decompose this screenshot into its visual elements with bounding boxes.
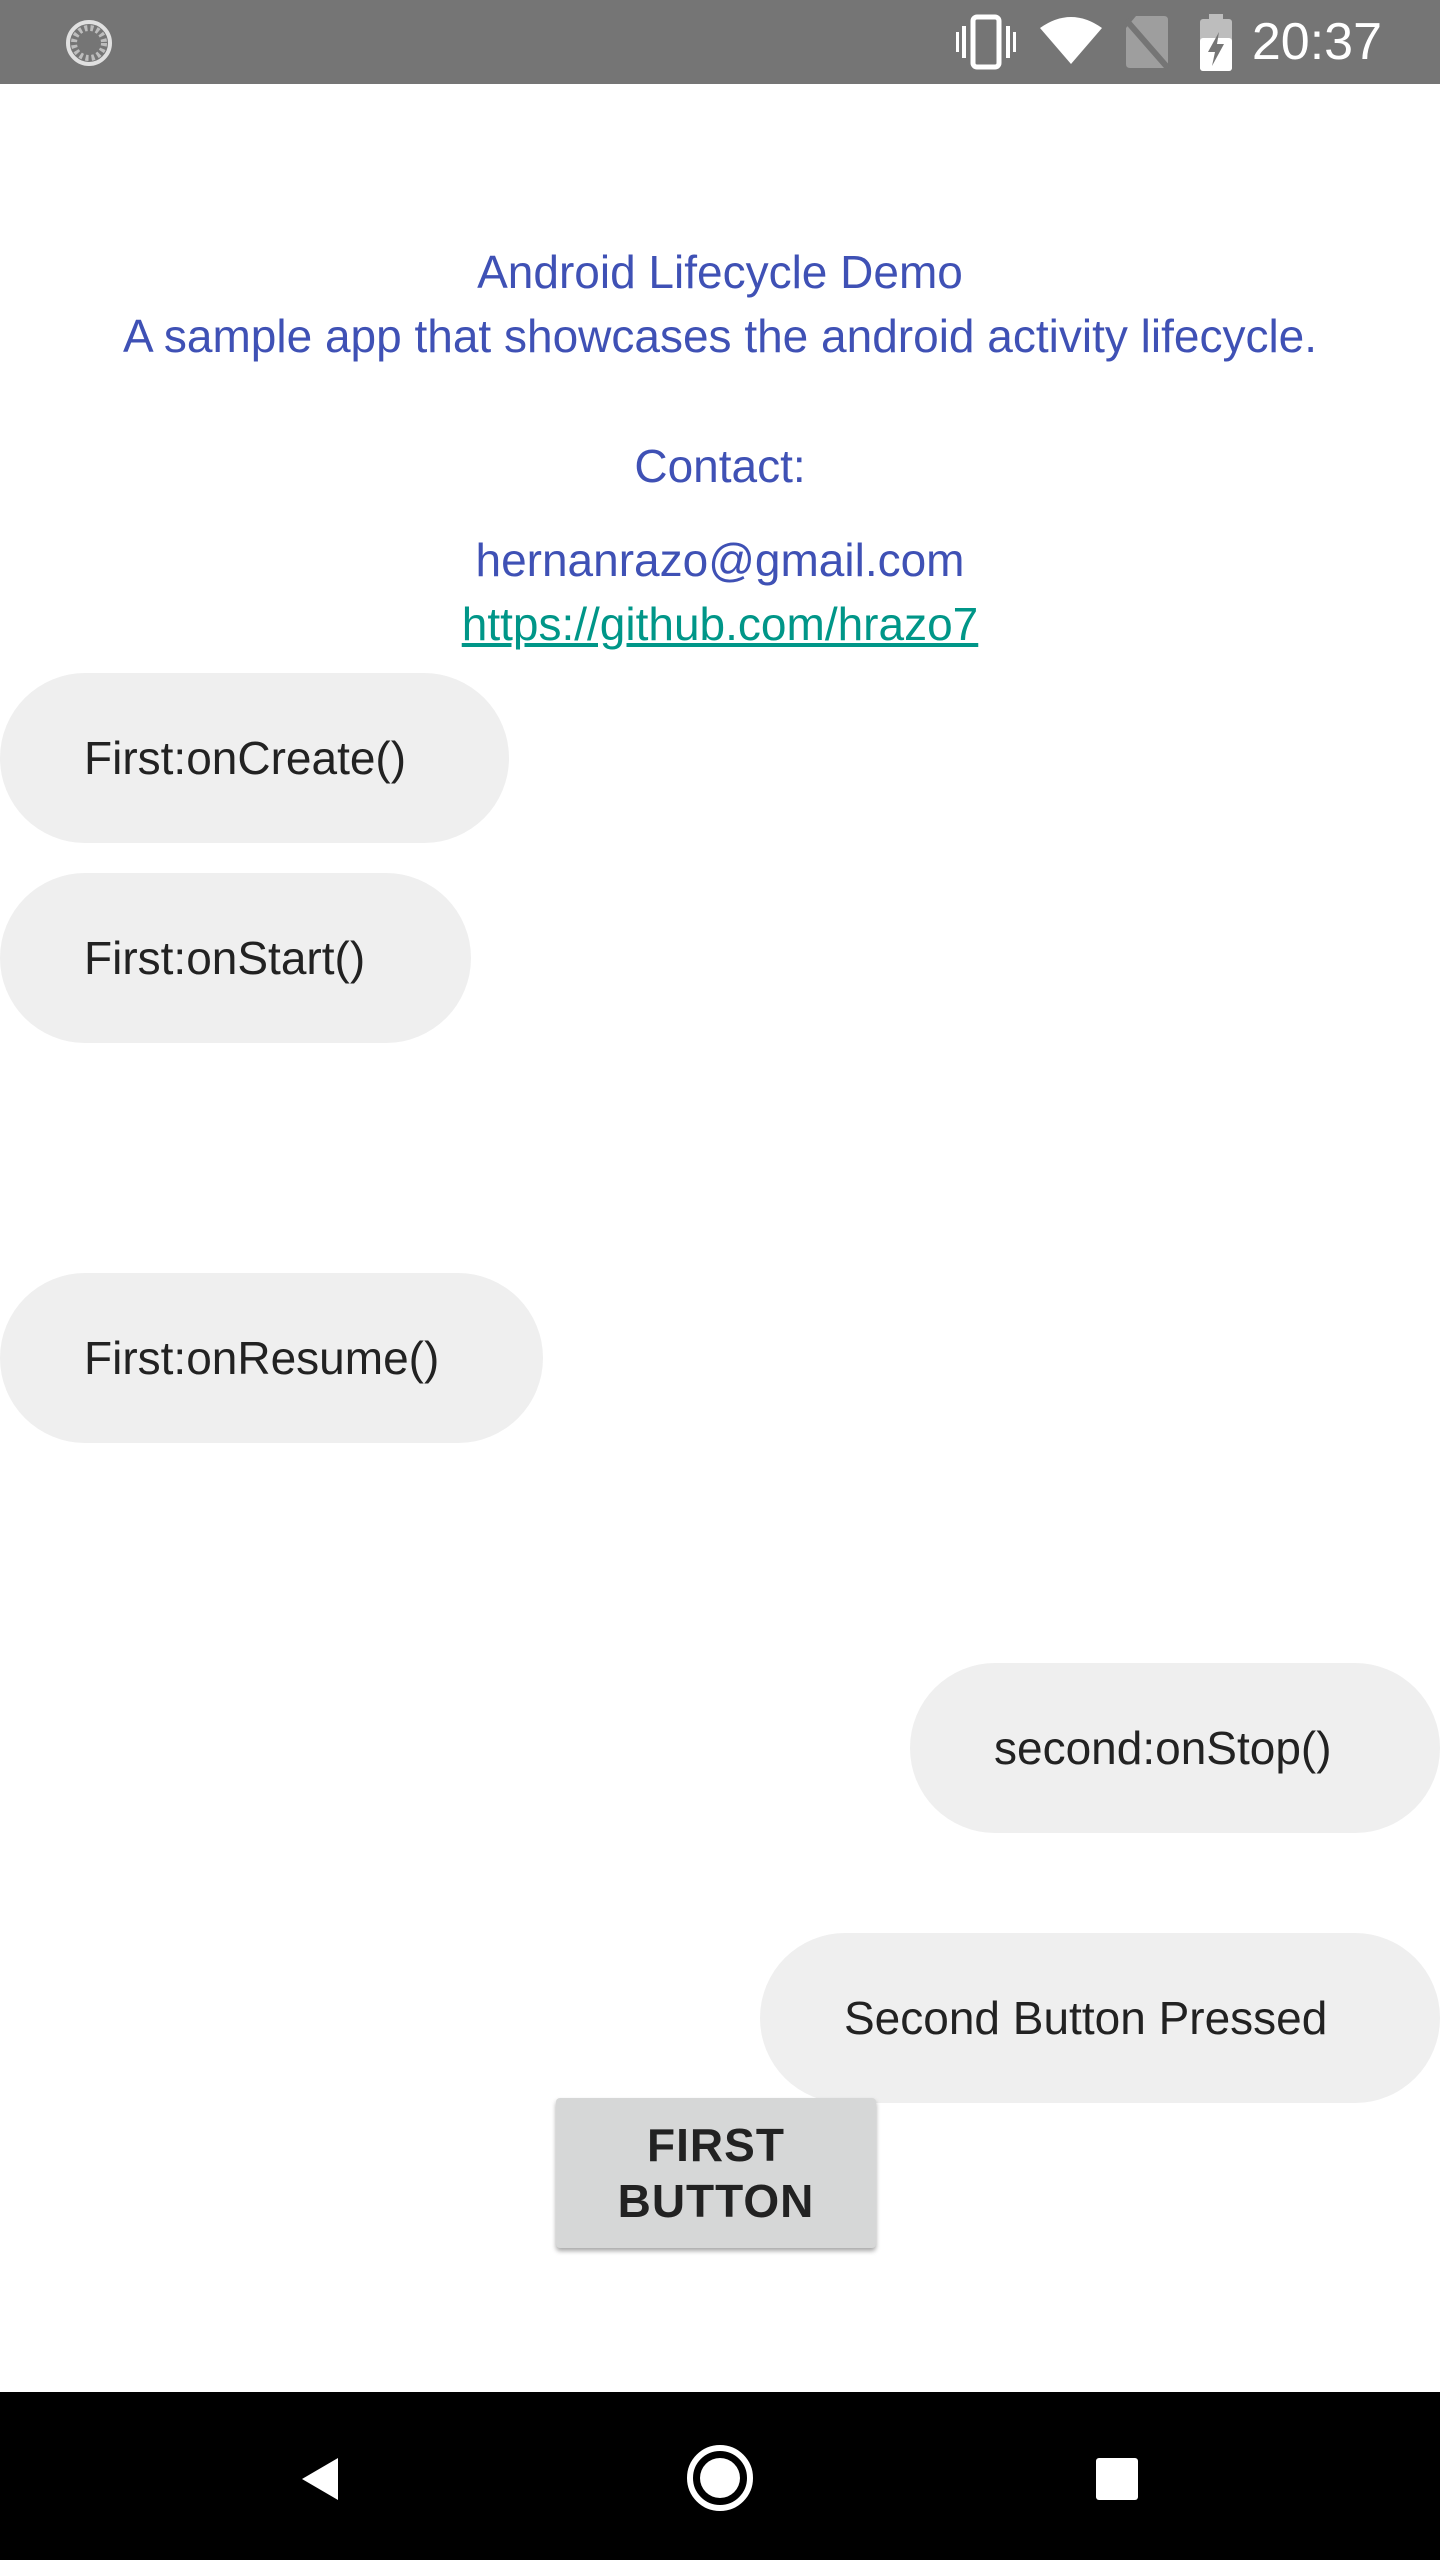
first-button[interactable]: FIRST BUTTON [556, 2098, 876, 2248]
toast-text: First:onCreate() [84, 732, 407, 784]
vibrate-icon [956, 14, 1016, 70]
toast-first-onstart: First:onStart() [0, 873, 471, 1043]
toast-second-button-pressed: Second Button Pressed [760, 1933, 1440, 2103]
contact-email[interactable]: hernanrazo@gmail.com [0, 528, 1440, 592]
github-link[interactable]: https://github.com/hrazo7 [0, 592, 1440, 656]
back-icon[interactable] [296, 2454, 342, 2504]
loading-icon [66, 20, 112, 66]
toast-text: First:onResume() [84, 1332, 440, 1384]
no-sim-icon [1124, 16, 1170, 70]
home-icon[interactable] [686, 2444, 754, 2512]
toast-second-onstop: second:onStop() [910, 1663, 1440, 1833]
toast-first-onresume: First:onResume() [0, 1273, 543, 1443]
battery-charging-icon [1200, 14, 1232, 71]
contact-label: Contact: [634, 440, 806, 492]
clock: 20:37 [1251, 13, 1382, 71]
first-button-label: FIRST BUTTON [617, 2119, 815, 2227]
toast-text: second:onStop() [994, 1722, 1332, 1774]
navigation-bar [0, 2392, 1440, 2560]
app-subtitle: A sample app that showcases the android … [122, 310, 1318, 362]
toast-first-oncreate: First:onCreate() [0, 673, 509, 843]
wifi-icon [1040, 17, 1102, 64]
toast-text: Second Button Pressed [844, 1992, 1328, 2044]
toast-text: First:onStart() [84, 932, 366, 984]
app-title: Android Lifecycle Demo [477, 246, 963, 298]
recents-icon[interactable] [1096, 2458, 1138, 2500]
status-bar: 20:37 [0, 0, 1440, 84]
